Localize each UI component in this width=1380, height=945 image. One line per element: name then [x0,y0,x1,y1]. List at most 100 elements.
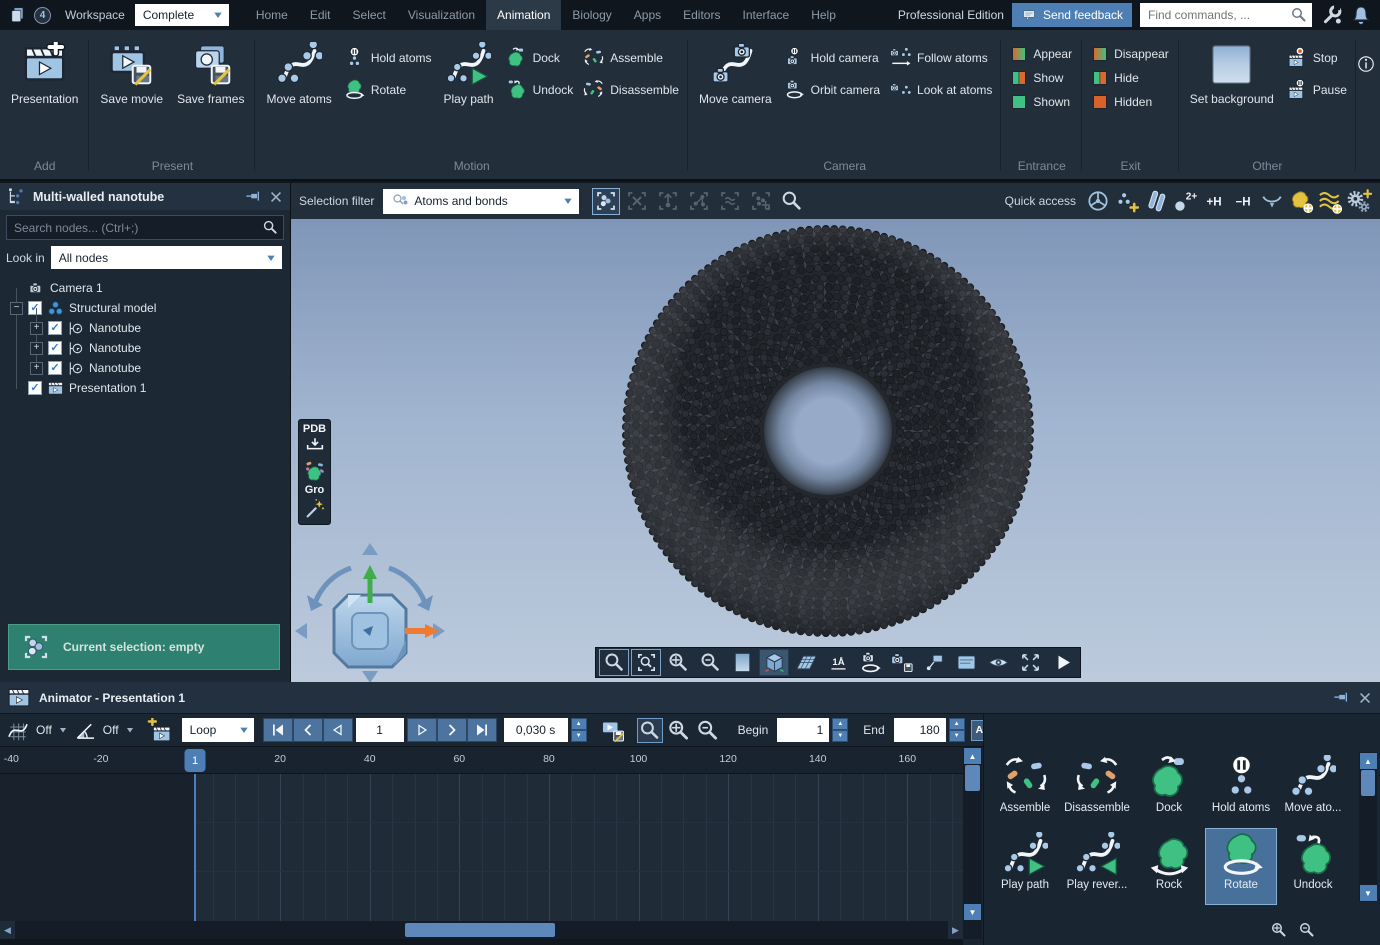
minus-h-icon[interactable]: −H [1230,188,1256,214]
notifications-bell-icon[interactable] [1350,4,1372,26]
bond-pair-icon[interactable] [1143,188,1169,214]
ribbon-button-move-camera[interactable]: Move camera [692,32,779,106]
pdb-label[interactable]: PDB [303,424,326,435]
find-commands-input[interactable] [1148,8,1290,22]
current-selection-bar[interactable]: Current selection: empty [8,624,280,670]
menu-visualization[interactable]: Visualization [397,0,486,30]
timeline-fit-button[interactable] [637,718,663,743]
end-spinner[interactable]: ▲▼ [949,718,965,742]
search-nodes-input[interactable] [14,221,262,235]
begin-field[interactable]: 1 [777,718,829,742]
sel-similar-button[interactable] [716,188,744,215]
sel-clear-button[interactable] [623,188,651,215]
search-icon[interactable] [262,219,279,236]
zoom-out-icon[interactable] [1298,921,1316,939]
info-icon[interactable] [1356,54,1376,74]
skip-end-button[interactable] [467,718,497,742]
tree-item-camera-1[interactable]: Camera 1 [0,278,290,298]
color-scheme-icon[interactable] [303,461,327,483]
close-icon[interactable] [1357,690,1373,706]
scrollbar-thumb[interactable] [965,765,980,791]
timeline-zoom-out-button[interactable] [695,718,721,743]
vb-expand-button[interactable] [1015,649,1045,676]
zoom-in-button[interactable] [663,649,693,676]
add-surface-icon[interactable] [1317,188,1343,214]
loop-mode-select[interactable]: Loop [182,718,254,742]
magnifier-button[interactable] [599,649,629,676]
preset-assemble[interactable]: Assemble [990,752,1060,827]
arrow-minimize-icon[interactable] [1259,188,1285,214]
search-icon[interactable] [1290,6,1308,24]
vb-grid-button[interactable] [791,649,821,676]
current-frame-marker[interactable]: 1 [185,749,206,772]
tree-item-presentation-1[interactable]: ✓Presentation 1 [0,378,290,398]
chevron-down-icon[interactable] [124,725,136,735]
timeline-ruler[interactable]: -40-20120406080100120140160 [0,747,963,774]
sel-group-button[interactable] [747,188,775,215]
pin-icon[interactable] [1333,690,1349,706]
scrollbar-thumb[interactable] [405,923,555,937]
menu-select[interactable]: Select [342,0,397,30]
scroll-left-arrow[interactable]: ◀ [0,921,15,939]
add-keyframe-button[interactable] [147,718,173,743]
step-forward-button[interactable] [437,718,467,742]
play-forward-button[interactable] [407,718,437,742]
frame-back-button[interactable] [323,718,353,742]
preset-dock[interactable]: Dock [1134,752,1204,827]
ribbon-button-disappear[interactable]: Disappear [1089,45,1172,63]
preset-play-rever-[interactable]: Play rever... [1062,829,1132,904]
tree-expander[interactable]: + [30,322,43,335]
tree-expander[interactable]: + [30,342,43,355]
ribbon-button-hide[interactable]: Hide [1089,69,1172,87]
ribbon-button-stop[interactable]: Stop [1283,46,1350,69]
menu-biology[interactable]: Biology [561,0,622,30]
ribbon-button-hidden[interactable]: Hidden [1089,93,1172,111]
workspace-select[interactable]: Complete [135,4,229,26]
vb-banner-button[interactable] [951,649,981,676]
nav-wheel-icon[interactable] [1085,188,1111,214]
rotation-snap-icon[interactable] [72,718,98,743]
vb-play-button[interactable] [1047,649,1077,676]
charge-2plus-icon[interactable]: 2+ [1172,188,1198,214]
ribbon-button-shown[interactable]: Shown [1008,93,1075,111]
pin-icon[interactable] [245,189,261,205]
mag-brackets-button[interactable] [631,649,661,676]
menu-help[interactable]: Help [800,0,847,30]
tree-expander[interactable]: + [30,362,43,375]
preset-play-path[interactable]: Play path [990,829,1060,904]
gears-plus-icon[interactable] [1346,188,1372,214]
ribbon-button-move-atoms[interactable]: Move atoms [259,32,338,106]
tree-expander[interactable]: − [10,302,23,315]
selection-filter-select[interactable]: Atoms and bonds [383,189,579,214]
cam-save-button[interactable] [887,649,917,676]
tree-item-nanotube[interactable]: +✓Nanotube [0,358,290,378]
preset-disassemble[interactable]: Disassemble [1062,752,1132,827]
vb-label-button[interactable] [919,649,949,676]
export-movie-button[interactable] [598,718,628,743]
menu-edit[interactable]: Edit [299,0,342,30]
tree-checkbox[interactable]: ✓ [48,341,62,355]
scrollbar-thumb[interactable] [1361,770,1375,796]
tree-item-structural-model[interactable]: −✓Structural model [0,298,290,318]
look-in-select[interactable]: All nodes [51,246,282,269]
plus-h-icon[interactable]: +H [1201,188,1227,214]
find-commands-search[interactable] [1140,3,1312,27]
ribbon-button-assemble[interactable]: Assemble [580,46,682,69]
add-blob-icon[interactable] [1288,188,1314,214]
ribbon-button-undock[interactable]: Undock [503,78,577,101]
ribbon-button-follow-atoms[interactable]: Follow atoms [887,46,995,69]
scroll-up-arrow[interactable]: ▲ [1360,753,1377,769]
zoom-in-icon[interactable] [1270,921,1288,939]
send-feedback-button[interactable]: Send feedback [1012,3,1132,27]
menu-apps[interactable]: Apps [623,0,672,30]
ribbon-button-disassemble[interactable]: Disassemble [580,78,682,101]
menu-editors[interactable]: Editors [672,0,731,30]
timeline-zoom-in-button[interactable] [666,718,692,743]
ribbon-button-save-frames[interactable]: Save frames [170,32,251,106]
translation-snap-value[interactable]: Off [34,723,54,737]
ribbon-button-hold-atoms[interactable]: Hold atoms [341,46,435,69]
vb-bg-button[interactable] [727,649,757,676]
skip-start-button[interactable] [263,718,293,742]
close-icon[interactable] [268,189,284,205]
ribbon-button-dock[interactable]: Dock [503,46,577,69]
